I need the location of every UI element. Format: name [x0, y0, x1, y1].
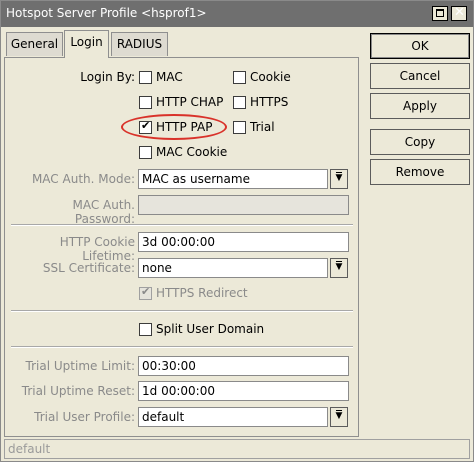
mac-auth-password-label: MAC Auth. Password:: [72, 198, 135, 226]
window-title: Hotspot Server Profile <hsprof1>: [6, 6, 207, 20]
trial-uptime-limit-field[interactable]: 00:30:00: [138, 356, 349, 376]
restore-icon[interactable]: [432, 6, 448, 21]
mac-auth-mode-label: MAC Auth. Mode:: [31, 172, 135, 186]
trial-user-profile-select[interactable]: default: [138, 407, 328, 427]
apply-button[interactable]: Apply: [370, 93, 470, 119]
http-chap-label: HTTP CHAP: [156, 95, 224, 109]
remove-button[interactable]: Remove: [370, 159, 470, 185]
trial-uptime-limit-label: Trial Uptime Limit:: [25, 359, 135, 373]
trial-uptime-reset-label: Trial Uptime Reset:: [21, 384, 135, 398]
http-cookie-lifetime-label: HTTP Cookie Lifetime:: [59, 235, 135, 263]
http-cookie-lifetime-field[interactable]: 3d 00:00:00: [138, 232, 349, 252]
cookie-label: Cookie: [250, 70, 291, 84]
mac-auth-mode-select[interactable]: MAC as username: [138, 169, 328, 189]
mac-cookie-label: MAC Cookie: [156, 145, 228, 159]
https-redirect-label: HTTPS Redirect: [156, 286, 248, 300]
https-checkbox[interactable]: [233, 96, 246, 109]
mac-cookie-checkbox[interactable]: [139, 146, 152, 159]
ssl-certificate-dropdown-icon[interactable]: [330, 258, 348, 278]
mac-checkbox[interactable]: [139, 71, 152, 84]
https-redirect-checkbox[interactable]: [139, 285, 152, 300]
cancel-button[interactable]: Cancel: [370, 63, 470, 89]
divider: [11, 310, 353, 312]
tab-general[interactable]: General: [6, 32, 63, 56]
copy-button[interactable]: Copy: [370, 129, 470, 155]
mac-auth-mode-dropdown-icon[interactable]: [330, 169, 348, 189]
http-chap-checkbox[interactable]: [139, 96, 152, 109]
trial-checkbox[interactable]: [233, 121, 246, 134]
highlight-ellipse: [121, 114, 227, 140]
hotspot-server-profile-window: Hotspot Server Profile <hsprof1> ✕ Gener…: [0, 0, 474, 462]
ssl-certificate-select[interactable]: none: [138, 258, 328, 278]
mac-auth-password-field[interactable]: [138, 195, 349, 215]
https-label: HTTPS: [250, 95, 289, 109]
divider: [11, 346, 353, 348]
login-by-label: Login By:: [80, 70, 135, 84]
mac-label: MAC: [156, 70, 183, 84]
ssl-certificate-label: SSL Certificate:: [42, 261, 135, 275]
trial-user-profile-label: Trial User Profile:: [34, 410, 135, 424]
cookie-checkbox[interactable]: [233, 71, 246, 84]
status-bar: default: [4, 439, 470, 459]
ok-button[interactable]: OK: [370, 33, 470, 59]
divider: [11, 224, 353, 226]
title-bar[interactable]: Hotspot Server Profile <hsprof1> ✕: [1, 1, 473, 27]
split-user-domain-label: Split User Domain: [156, 322, 265, 336]
trial-uptime-reset-field[interactable]: 1d 00:00:00: [138, 381, 349, 401]
split-user-domain-checkbox[interactable]: [139, 323, 152, 336]
tab-radius[interactable]: RADIUS: [111, 32, 168, 56]
trial-user-profile-dropdown-icon[interactable]: [330, 407, 348, 427]
tab-login[interactable]: Login: [64, 30, 109, 58]
trial-label: Trial: [250, 120, 275, 134]
close-icon[interactable]: ✕: [451, 5, 467, 21]
